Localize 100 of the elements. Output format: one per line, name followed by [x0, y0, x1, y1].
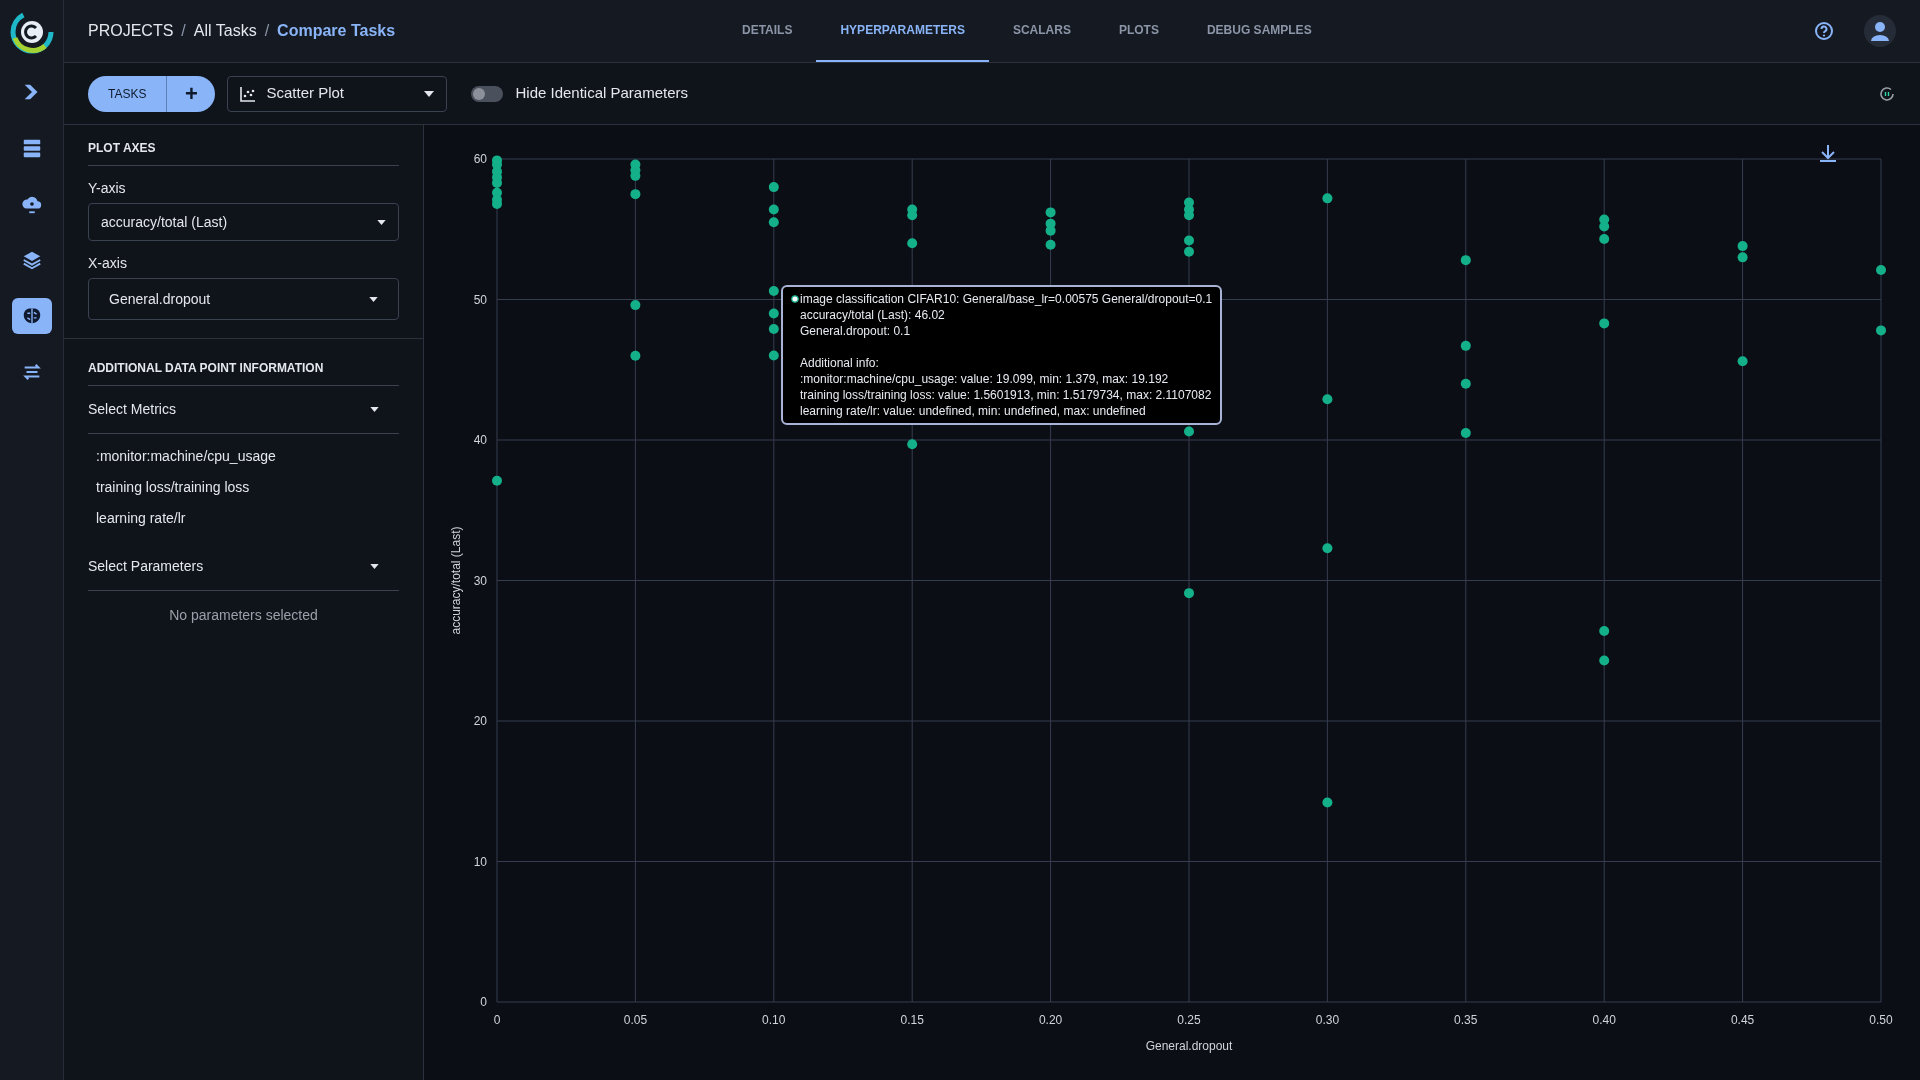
- data-point[interactable]: [1599, 318, 1610, 329]
- y-tick-label: 10: [473, 854, 487, 869]
- metric-item: :monitor:machine/cpu_usage: [96, 447, 277, 466]
- breadcrumb-link[interactable]: Compare Tasks: [277, 19, 396, 43]
- caret-icon: [377, 219, 386, 225]
- data-point[interactable]: [1322, 193, 1333, 204]
- x-tick-label: 0.45: [1730, 1013, 1755, 1027]
- data-point[interactable]: [1184, 588, 1194, 599]
- data-point[interactable]: [907, 238, 918, 249]
- data-point[interactable]: [1045, 239, 1056, 250]
- data-point[interactable]: [768, 204, 779, 215]
- field-label: X-axis: [88, 254, 128, 273]
- y-axis-select[interactable]: accuracy/total (Last): [88, 203, 399, 241]
- data-point[interactable]: [1599, 234, 1610, 245]
- data-point[interactable]: [1460, 378, 1471, 389]
- download-icon[interactable]: [1819, 144, 1837, 162]
- data-point[interactable]: [1460, 428, 1471, 438]
- y-tick-label: 20: [473, 714, 487, 728]
- data-point[interactable]: [630, 170, 641, 181]
- data-point[interactable]: [1045, 207, 1056, 218]
- person-icon: [1869, 20, 1891, 42]
- data-point[interactable]: [1876, 325, 1886, 336]
- tooltip-title: image classification CIFAR10: General/base_lr=0.00575 General/dropout=0.1: [800, 291, 1213, 307]
- section-title: PLOT AXES: [88, 139, 399, 166]
- data-point[interactable]: [907, 210, 918, 221]
- caret-icon: [370, 564, 379, 569]
- toggle-switch[interactable]: [471, 85, 504, 102]
- data-point[interactable]: [1322, 394, 1333, 405]
- data-point[interactable]: [492, 177, 502, 188]
- data-point[interactable]: [768, 182, 779, 193]
- data-point[interactable]: [1599, 655, 1610, 666]
- tasks-button[interactable]: TASKS: [88, 75, 168, 112]
- refresh-pause-icon[interactable]: [1878, 84, 1896, 103]
- x-axis-title: General.dropout: [1145, 1039, 1233, 1053]
- data-point[interactable]: [768, 324, 779, 334]
- data-point[interactable]: [1737, 356, 1748, 367]
- data-point[interactable]: [1876, 265, 1886, 275]
- parameters-select[interactable]: Select Parameters: [88, 543, 399, 591]
- empty-message: No parameters selected: [168, 606, 319, 625]
- data-point[interactable]: [1322, 543, 1333, 554]
- data-point[interactable]: [1737, 241, 1748, 252]
- data-point[interactable]: [630, 189, 641, 200]
- tab[interactable]: DETAILS: [718, 0, 817, 62]
- data-point[interactable]: [1599, 221, 1610, 232]
- data-point[interactable]: [1460, 255, 1471, 266]
- caret-icon: [370, 407, 379, 412]
- x-tick-label: 0.40: [1592, 1013, 1616, 1027]
- scatter-chart-icon: [240, 85, 257, 102]
- tooltip-line: training loss/training loss: value: 1.5601913, min: 1.5179734, max: 2.1107082: [800, 387, 1213, 403]
- breadcrumb-separator: /: [181, 21, 186, 41]
- user-avatar[interactable]: [1864, 15, 1896, 47]
- x-tick-label: 0.15: [900, 1013, 924, 1027]
- x-tick-label: 0.05: [623, 1013, 648, 1027]
- tooltip-subtitle: Additional info:: [800, 355, 880, 371]
- x-tick-label: 0.50: [1869, 1013, 1893, 1027]
- plot-type-dropdown[interactable]: Scatter Plot: [227, 75, 448, 112]
- x-axis-select[interactable]: General.dropout: [88, 278, 399, 320]
- x-tick-label: 0.35: [1454, 1013, 1478, 1027]
- tab[interactable]: PLOTS: [1094, 0, 1183, 62]
- add-button[interactable]: +: [167, 75, 216, 112]
- data-point[interactable]: [1322, 797, 1333, 808]
- tooltip-line: :monitor:machine/cpu_usage: value: 19.099, min: 1.379, max: 19.192: [800, 371, 1170, 387]
- data-point[interactable]: [768, 308, 779, 319]
- data-point[interactable]: [1184, 210, 1194, 221]
- data-point[interactable]: [1184, 426, 1194, 437]
- tab[interactable]: HYPERPARAMETERS: [816, 0, 989, 62]
- data-point[interactable]: [492, 198, 502, 209]
- y-tick-label: 40: [473, 433, 487, 447]
- y-axis-title: accuracy/total (Last): [449, 526, 463, 635]
- layers-icon: [20, 249, 43, 271]
- data-point[interactable]: [492, 475, 502, 486]
- x-tick-label: 0.20: [1038, 1013, 1063, 1027]
- nav-button[interactable]: [11, 298, 52, 334]
- field-label: Y-axis: [88, 179, 127, 198]
- data-point[interactable]: [630, 300, 641, 311]
- x-tick-label: 0.30: [1315, 1013, 1340, 1027]
- section-title: ADDITIONAL DATA POINT INFORMATION: [88, 359, 399, 386]
- data-point[interactable]: [1460, 340, 1471, 351]
- data-point[interactable]: [1184, 235, 1194, 246]
- data-point[interactable]: [907, 439, 918, 450]
- breadcrumb-link[interactable]: PROJECTS: [88, 19, 174, 43]
- x-tick-label: 0: [493, 1013, 501, 1027]
- metrics-select[interactable]: Select Metrics: [88, 386, 399, 434]
- x-tick-label: 0.10: [762, 1013, 786, 1027]
- data-point[interactable]: [768, 286, 779, 297]
- tab[interactable]: SCALARS: [988, 0, 1095, 62]
- y-tick-label: 30: [473, 573, 487, 588]
- data-point[interactable]: [768, 217, 779, 228]
- data-point[interactable]: [1737, 252, 1748, 263]
- data-point[interactable]: [1599, 626, 1610, 637]
- help-icon[interactable]: [1814, 21, 1834, 41]
- data-point[interactable]: [1045, 225, 1056, 236]
- data-point[interactable]: [630, 350, 641, 361]
- tab[interactable]: DEBUG SAMPLES: [1182, 0, 1336, 62]
- data-point[interactable]: [768, 350, 779, 361]
- tooltip-line: accuracy/total (Last): 46.02: [800, 307, 946, 323]
- data-point[interactable]: [1184, 246, 1194, 257]
- toggle-label: Hide Identical Parameters: [515, 83, 689, 104]
- breadcrumb-link[interactable]: All Tasks: [193, 19, 257, 43]
- metric-item: learning rate/lr: [96, 509, 187, 528]
